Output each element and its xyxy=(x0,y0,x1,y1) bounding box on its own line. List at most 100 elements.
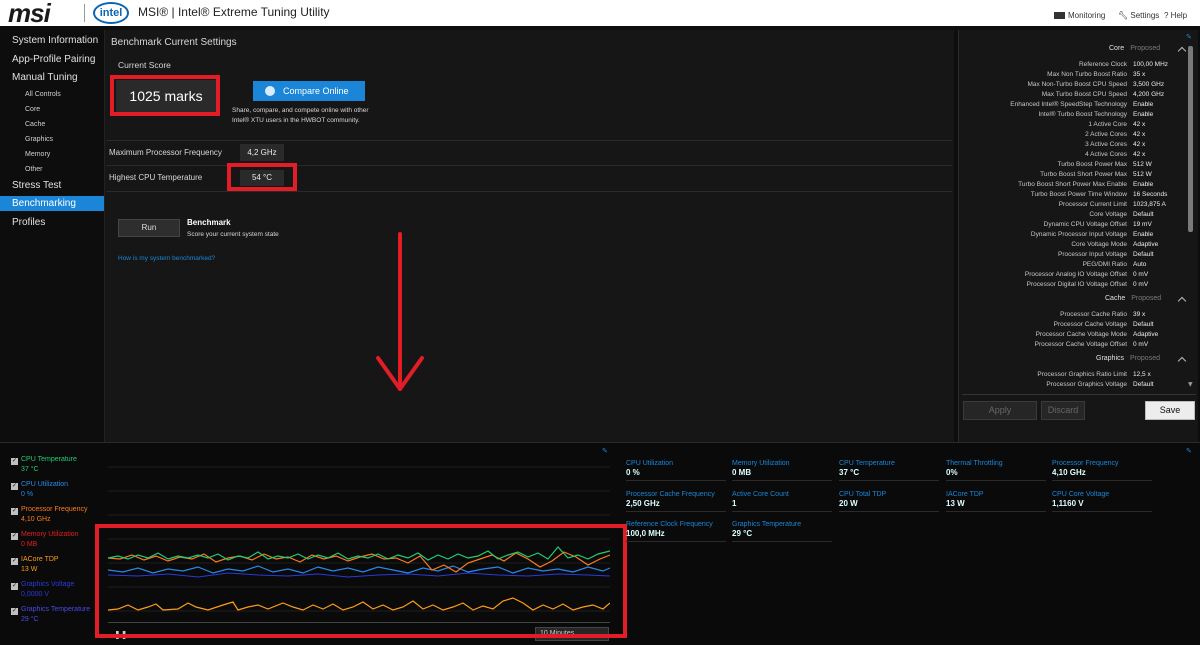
pin-icon[interactable]: ✎ xyxy=(602,447,608,455)
settings-button[interactable]: 🔧︎ Settings xyxy=(1118,11,1159,20)
setting-value-max-turbo-boost-cpu-speed[interactable]: 4,200 GHz xyxy=(1133,91,1164,98)
apply-button[interactable]: Apply xyxy=(963,401,1037,420)
setting-value-core-voltage[interactable]: Default xyxy=(1133,211,1154,218)
pin-icon[interactable]: ✎ xyxy=(1186,33,1192,41)
stat-thermal-throttling[interactable]: Thermal Throttling 0% xyxy=(946,460,1046,481)
setting-value-reference-clock[interactable]: 100,00 MHz xyxy=(1133,61,1168,68)
stat-active-core-count[interactable]: Active Core Count 1 xyxy=(732,491,832,512)
stat-value: 29 °C xyxy=(732,529,753,538)
cache-section-header[interactable]: Cache Proposed xyxy=(1105,295,1161,302)
legend-item-cpu-utilization[interactable]: ✓ CPU Utilization 0 % xyxy=(11,481,68,498)
app-title: MSI® | Intel® Extreme Tuning Utility xyxy=(138,5,330,19)
core-section-header[interactable]: Core Proposed xyxy=(1109,45,1160,52)
setting-value-turbo-boost-short-power-max[interactable]: 512 W xyxy=(1133,171,1152,178)
compare-online-icon xyxy=(265,86,275,96)
setting-value-processor-graphics-voltage[interactable]: Default xyxy=(1133,381,1154,388)
stat-processor-cache-frequency[interactable]: Processor Cache Frequency 2,50 GHz xyxy=(626,491,726,512)
discard-button[interactable]: Discard xyxy=(1041,401,1085,420)
stat-value: 100,0 MHz xyxy=(626,529,665,538)
scroll-down-icon[interactable]: ▼ xyxy=(1188,381,1193,388)
sidebar-item-profiles[interactable]: Profiles xyxy=(0,215,104,230)
setting-value-2-active-cores[interactable]: 42 x xyxy=(1133,131,1145,138)
sidebar-item-all-controls[interactable]: All Controls xyxy=(0,87,104,102)
checkbox-icon[interactable]: ✓ xyxy=(11,558,18,565)
run-benchmark-button[interactable]: Run xyxy=(118,219,180,237)
help-button[interactable]: ? Help xyxy=(1164,11,1187,20)
sidebar-item-manual-tuning[interactable]: Manual Tuning xyxy=(0,70,104,85)
stat-cpu-utilization[interactable]: CPU Utilization 0 % xyxy=(626,460,726,481)
legend-item-cpu-temperature[interactable]: ✓ CPU Temperature 37 °C xyxy=(11,456,77,473)
setting-value-dynamic-processor-input-voltage[interactable]: Enable xyxy=(1133,231,1153,238)
setting-value-intel-turbo-boost-technology[interactable]: Enable xyxy=(1133,111,1153,118)
stat-reference-clock-frequency[interactable]: Reference Clock Frequency 100,0 MHz xyxy=(626,521,726,542)
setting-value-processor-input-voltage[interactable]: Default xyxy=(1133,251,1154,258)
checkbox-icon[interactable]: ✓ xyxy=(11,508,18,515)
max-temperature-label: Highest CPU Temperature xyxy=(109,173,203,182)
sidebar-item-graphics[interactable]: Graphics xyxy=(0,132,104,147)
compare-online-button[interactable]: Compare Online xyxy=(253,81,365,101)
setting-value-processor-cache-voltage-offset[interactable]: 0 mV xyxy=(1133,341,1148,348)
sidebar-item-system-information[interactable]: System Information xyxy=(0,33,104,48)
sidebar-item-other[interactable]: Other xyxy=(0,162,104,177)
setting-value-turbo-boost-short-power-max-enable[interactable]: Enable xyxy=(1133,181,1153,188)
stat-cpu-total-tdp[interactable]: CPU Total TDP 20 W xyxy=(839,491,939,512)
stat-processor-frequency[interactable]: Processor Frequency 4,10 GHz xyxy=(1052,460,1152,481)
checkbox-icon[interactable]: ✓ xyxy=(11,458,18,465)
legend-item-graphics-temperature[interactable]: ✓ Graphics Temperature 29 °C xyxy=(11,606,90,623)
setting-value-max-non-turbo-boost-cpu-speed[interactable]: 3,500 GHz xyxy=(1133,81,1164,88)
setting-value-4-active-cores[interactable]: 42 x xyxy=(1133,151,1145,158)
sidebar-item-memory[interactable]: Memory xyxy=(0,147,104,162)
stat-title: Processor Cache Frequency xyxy=(626,491,715,498)
setting-value-processor-current-limit[interactable]: 1023,875 A xyxy=(1133,201,1166,208)
setting-value-dynamic-cpu-voltage-offset[interactable]: 19 mV xyxy=(1133,221,1152,228)
setting-value-enhanced-intel-speedstep-technology[interactable]: Enable xyxy=(1133,101,1153,108)
setting-value-peg-dmi-ratio[interactable]: Auto xyxy=(1133,261,1146,268)
setting-label-max-non-turbo-boost-cpu-speed: Max Non-Turbo Boost CPU Speed xyxy=(1027,81,1127,88)
legend-item-graphics-voltage[interactable]: ✓ Graphics Voltage 0,0000 V xyxy=(11,581,74,598)
stat-iacore-tdp[interactable]: IACore TDP 13 W xyxy=(946,491,1046,512)
setting-value-processor-cache-ratio[interactable]: 39 x xyxy=(1133,311,1145,318)
sidebar-item-cache[interactable]: Cache xyxy=(0,117,104,132)
stat-cpu-temperature[interactable]: CPU Temperature 37 °C xyxy=(839,460,939,481)
stat-graphics-temperature[interactable]: Graphics Temperature 29 °C xyxy=(732,521,832,542)
legend-item-processor-frequency[interactable]: ✓ Processor Frequency 4,10 GHz xyxy=(11,506,88,523)
sidebar-item-benchmarking[interactable]: Benchmarking xyxy=(0,196,104,211)
setting-value-processor-analog-io-voltage-offset[interactable]: 0 mV xyxy=(1133,271,1148,278)
setting-value-processor-digital-io-voltage-offset[interactable]: 0 mV xyxy=(1133,281,1148,288)
checkbox-icon[interactable]: ✓ xyxy=(11,533,18,540)
setting-value-processor-cache-voltage[interactable]: Default xyxy=(1133,321,1154,328)
setting-value-processor-cache-voltage-mode[interactable]: Adaptive xyxy=(1133,331,1158,338)
setting-value-turbo-boost-power-max[interactable]: 512 W xyxy=(1133,161,1152,168)
sidebar-item-app-profile-pairing[interactable]: App-Profile Pairing xyxy=(0,52,104,67)
stat-value: 0 % xyxy=(626,468,640,477)
setting-value-3-active-cores[interactable]: 42 x xyxy=(1133,141,1145,148)
sidebar-item-core[interactable]: Core xyxy=(0,102,104,117)
setting-value-processor-graphics-ratio-limit[interactable]: 12,5 x xyxy=(1133,371,1151,378)
stat-underline xyxy=(946,511,1046,512)
monitoring-button[interactable]: Monitoring xyxy=(1054,11,1105,20)
pin-icon[interactable]: ✎ xyxy=(1186,447,1192,455)
checkbox-icon[interactable]: ✓ xyxy=(11,608,18,615)
setting-value-core-voltage-mode[interactable]: Adaptive xyxy=(1133,241,1158,248)
stat-cpu-core-voltage[interactable]: CPU Core Voltage 1,1160 V xyxy=(1052,491,1152,512)
setting-value-max-non-turbo-boost-ratio[interactable]: 35 x xyxy=(1133,71,1145,78)
checkbox-icon[interactable]: ✓ xyxy=(11,483,18,490)
stat-memory-utilization[interactable]: Memory Utilization 0 MB xyxy=(732,460,832,481)
benchmark-info-link[interactable]: How is my system benchmarked? xyxy=(118,255,215,262)
save-button[interactable]: Save xyxy=(1145,401,1195,420)
graphics-section-header[interactable]: Graphics Proposed xyxy=(1096,355,1160,362)
stat-title: Graphics Temperature xyxy=(732,521,802,528)
settings-scrollbar[interactable] xyxy=(1188,46,1193,232)
checkbox-icon[interactable]: ✓ xyxy=(11,583,18,590)
setting-label-processor-cache-voltage: Processor Cache Voltage xyxy=(1053,321,1127,328)
setting-value-turbo-boost-power-time-window[interactable]: 16 Seconds xyxy=(1133,191,1167,198)
help-icon: ? xyxy=(1164,11,1171,20)
stat-title: Memory Utilization xyxy=(732,460,790,467)
annotation-box-temperature xyxy=(227,163,297,191)
max-frequency-value: 4,2 GHz xyxy=(240,144,284,161)
setting-value-1-active-core[interactable]: 42 x xyxy=(1133,121,1145,128)
sidebar-item-stress-test[interactable]: Stress Test xyxy=(0,178,104,193)
legend-item-memory-utilization[interactable]: ✓ Memory Utilization 0 MB xyxy=(11,531,79,548)
legend-item-iacore-tdp[interactable]: ✓ IACore TDP 13 W xyxy=(11,556,59,573)
setting-label-2-active-cores: 2 Active Cores xyxy=(1085,131,1127,138)
